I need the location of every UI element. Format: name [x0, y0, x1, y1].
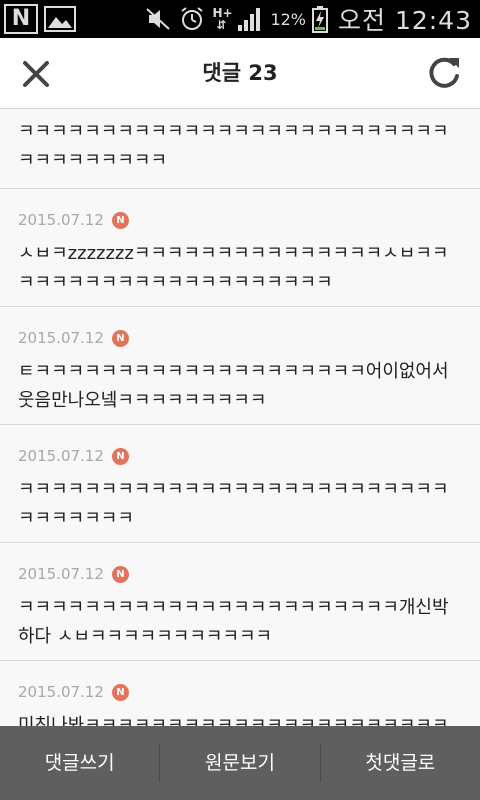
comment-item: ㅋㅋㅋㅋㅋㅋㅋㅋㅋㅋㅋㅋㅋㅋㅋㅋㅋㅋㅋㅋㅋㅋㅋㅋㅋㅋㅋㅋㅋㅋㅋㅋㅋㅋㅋ: [0, 109, 480, 189]
network-type-icon: H+ ⇵: [212, 6, 233, 32]
comment-text: ㅌㅋㅋㅋㅋㅋㅋㅋㅋㅋㅋㅋㅋㅋㅋㅋㅋㅋㅋㅋㅋ어이없어서 웃음만나오넼ㅋㅋㅋㅋㅋㅋㅋ…: [18, 361, 449, 411]
new-badge: N: [111, 565, 129, 583]
mute-icon: [146, 8, 171, 30]
comment-text: ㅋㅋㅋㅋㅋㅋㅋㅋㅋㅋㅋㅋㅋㅋㅋㅋㅋㅋㅋㅋㅋㅋㅋ개신박하다 ㅅㅂㅋㅋㅋㅋㅋㅋㅋㅋㅋ…: [18, 597, 449, 647]
battery-charging-icon: [312, 6, 328, 33]
new-badge: N: [111, 447, 129, 465]
comment-item: 2015.07.12 N ㅋㅋㅋㅋㅋㅋㅋㅋㅋㅋㅋㅋㅋㅋㅋㅋㅋㅋㅋㅋㅋㅋㅋㅋㅋㅋㅋ…: [0, 425, 480, 543]
battery-percent: 12%: [270, 9, 306, 29]
comment-text: ㅅㅂㅋzzzzzzzㅋㅋㅋㅋㅋㅋㅋㅋㅋㅋㅋㅋㅋㅋㅋㅅㅂㅋㅋㅋㅋㅋㅋㅋㅋㅋㅋㅋㅋㅋ…: [18, 243, 449, 293]
new-badge: N: [111, 329, 129, 347]
bottom-action-bar: 댓글쓰기 원문보기 첫댓글로: [0, 726, 480, 800]
comment-date: 2015.07.12: [18, 329, 104, 347]
comment-date: 2015.07.12: [18, 211, 104, 229]
signal-icon: [238, 8, 261, 31]
comment-item: 2015.07.12 N 미친나봐ㅋㅋㅋㅋㅋㅋㅋㅋㅋㅋㅋㅋㅋㅋㅋㅋㅋㅋㅋㅋㅋㅋㅋ: [0, 661, 480, 726]
view-original-button[interactable]: 원문보기: [160, 726, 319, 800]
write-comment-button[interactable]: 댓글쓰기: [0, 726, 159, 800]
comment-item: 2015.07.12 N ㅅㅂㅋzzzzzzzㅋㅋㅋㅋㅋㅋㅋㅋㅋㅋㅋㅋㅋㅋㅋㅅㅂ…: [0, 189, 480, 307]
app-notification-icon: N: [4, 4, 38, 34]
status-bar: N H+ ⇵ 12% 오전 12:43: [0, 0, 480, 38]
new-badge: N: [111, 211, 129, 229]
comment-list[interactable]: ㅋㅋㅋㅋㅋㅋㅋㅋㅋㅋㅋㅋㅋㅋㅋㅋㅋㅋㅋㅋㅋㅋㅋㅋㅋㅋㅋㅋㅋㅋㅋㅋㅋㅋㅋ 2015…: [0, 109, 480, 726]
comments-header: 댓글 23: [0, 38, 480, 109]
first-comment-button[interactable]: 첫댓글로: [321, 726, 480, 800]
comment-text: 미친나봐ㅋㅋㅋㅋㅋㅋㅋㅋㅋㅋㅋㅋㅋㅋㅋㅋㅋㅋㅋㅋㅋㅋㅋ: [18, 715, 449, 726]
refresh-icon[interactable]: [420, 50, 468, 98]
gallery-notification-icon: [44, 6, 76, 32]
comment-date: 2015.07.12: [18, 683, 104, 701]
page-title: 댓글 23: [202, 61, 278, 85]
comment-text: ㅋㅋㅋㅋㅋㅋㅋㅋㅋㅋㅋㅋㅋㅋㅋㅋㅋㅋㅋㅋㅋㅋㅋㅋㅋㅋㅋㅋㅋㅋㅋㅋㅋ: [18, 479, 449, 529]
new-badge: N: [111, 683, 129, 701]
comment-date: 2015.07.12: [18, 447, 104, 465]
comment-item: 2015.07.12 N ㅋㅋㅋㅋㅋㅋㅋㅋㅋㅋㅋㅋㅋㅋㅋㅋㅋㅋㅋㅋㅋㅋㅋ개신박하…: [0, 543, 480, 661]
alarm-icon: [181, 7, 204, 30]
comment-item: 2015.07.12 N ㅌㅋㅋㅋㅋㅋㅋㅋㅋㅋㅋㅋㅋㅋㅋㅋㅋㅋㅋㅋㅋ어이없어서 …: [0, 307, 480, 425]
comment-text: ㅋㅋㅋㅋㅋㅋㅋㅋㅋㅋㅋㅋㅋㅋㅋㅋㅋㅋㅋㅋㅋㅋㅋㅋㅋㅋㅋㅋㅋㅋㅋㅋㅋㅋㅋ: [18, 121, 449, 171]
clock: 오전 12:43: [338, 6, 472, 35]
comment-date: 2015.07.12: [18, 565, 104, 583]
